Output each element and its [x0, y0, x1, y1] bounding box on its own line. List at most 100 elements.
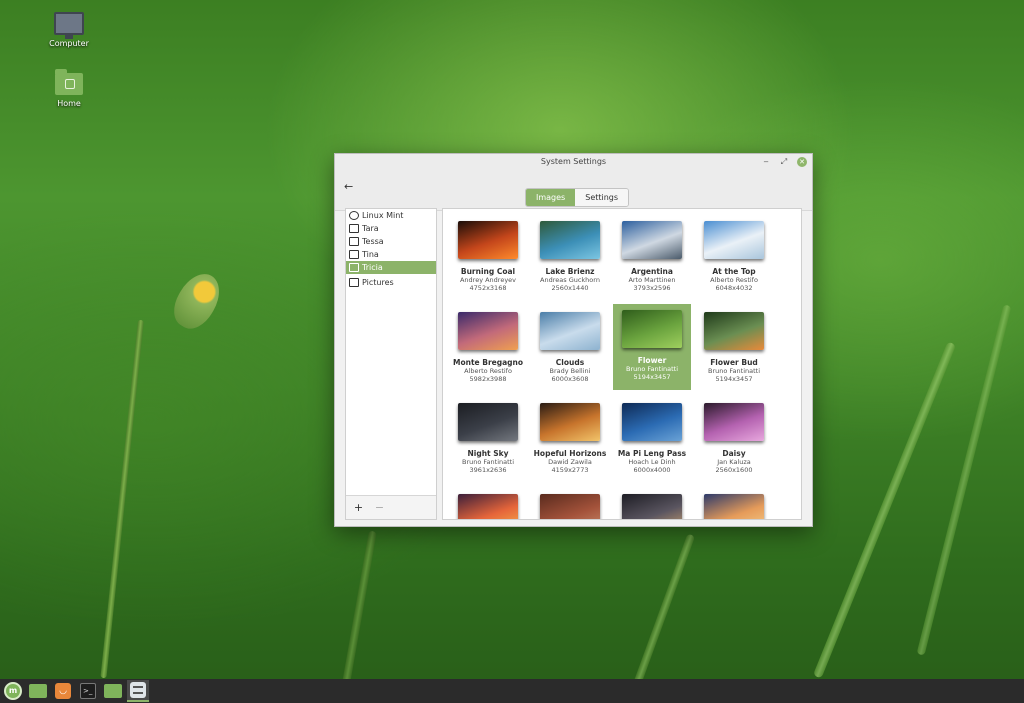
- wallpaper-stem: [632, 533, 696, 687]
- sidebar-item-tricia[interactable]: Tricia: [346, 261, 436, 274]
- taskbar-button[interactable]: ◡: [52, 680, 74, 702]
- window-title: System Settings: [540, 157, 607, 166]
- wallpaper-item[interactable]: [449, 488, 527, 519]
- wallpaper-item[interactable]: Monte Bregagno Alberto Restifo 5982x3988: [449, 306, 527, 392]
- monitor-icon: [349, 263, 359, 272]
- wallpaper-item[interactable]: At the Top Alberto Restifo 6048x4032: [695, 215, 773, 301]
- wallpaper-item[interactable]: [613, 488, 691, 519]
- wallpaper-name: Burning Coal: [460, 267, 516, 276]
- wallpaper-item[interactable]: Night Sky Bruno Fantinatti 3961x2636: [449, 397, 527, 483]
- wallpaper-name: Monte Bregagno: [452, 358, 524, 367]
- taskbar-button[interactable]: m: [2, 680, 24, 702]
- maximize-button[interactable]: ⤢: [779, 156, 789, 168]
- sidebar-actions: + −: [346, 495, 436, 519]
- minimize-button[interactable]: ‒: [761, 156, 771, 168]
- sidebar-item-pictures[interactable]: Pictures: [346, 276, 436, 289]
- sidebar-item-label: Pictures: [362, 278, 394, 287]
- wallpaper-name: Clouds: [555, 358, 585, 367]
- wallpaper-name: Flower Bud: [710, 358, 758, 367]
- wallpaper-resolution: 5194x3457: [715, 375, 753, 383]
- wallpaper-thumbnail: [704, 403, 764, 441]
- window-titlebar[interactable]: System Settings ‒ ⤢ ✕: [335, 154, 812, 170]
- wallpaper-item[interactable]: Burning Coal Andrey Andreyev 4752x3168: [449, 215, 527, 301]
- wallpaper-thumbnail: [458, 403, 518, 441]
- wallpaper-item[interactable]: Flower Bud Bruno Fantinatti 5194x3457: [695, 306, 773, 392]
- sidebar-item-tara[interactable]: Tara: [346, 222, 436, 235]
- wallpaper-thumbnail: [458, 312, 518, 350]
- monitor-icon: [349, 250, 359, 259]
- wallpaper-item[interactable]: Daisy Jan Kaluza 2560x1600: [695, 397, 773, 483]
- taskbar-button[interactable]: >_: [77, 680, 99, 702]
- wallpaper-thumbnail: [540, 221, 600, 259]
- system-settings-window: System Settings ‒ ⤢ ✕ ← Images Settings …: [334, 153, 813, 527]
- monitor-icon: [349, 237, 359, 246]
- wallpaper-thumbnail: [622, 310, 682, 348]
- desktop-icon-label: Home: [57, 99, 81, 108]
- globe-icon: [349, 211, 359, 220]
- taskbar-button[interactable]: [27, 680, 49, 702]
- wallpaper-item[interactable]: Argentina Arto Marttinen 3793x2596: [613, 215, 691, 301]
- wallpaper-author: Andreas Guckhorn: [540, 276, 600, 284]
- wallpaper-stem: [341, 530, 377, 690]
- taskbar-button[interactable]: [127, 680, 149, 702]
- wallpaper-item[interactable]: Clouds Brady Bellini 6000x3608: [531, 306, 609, 392]
- wallpaper-name: Flower: [637, 356, 667, 365]
- add-folder-button[interactable]: +: [350, 500, 367, 516]
- sidebar-item-label: Tessa: [362, 237, 384, 246]
- wallpaper-thumbnail: [458, 221, 518, 259]
- wallpaper-resolution: 2560x1440: [551, 284, 589, 292]
- wallpaper-author: Dawid Zawila: [548, 458, 592, 466]
- folder-icon: [104, 684, 122, 698]
- wallpaper-author: Alberto Restifo: [710, 276, 758, 284]
- sidebar-item-tessa[interactable]: Tessa: [346, 235, 436, 248]
- sidebar-item-label: Tara: [362, 224, 379, 233]
- desktop-icon-computer[interactable]: Computer: [29, 12, 109, 48]
- window-toolbar: ← Images Settings: [335, 170, 812, 211]
- home-folder-icon: [55, 69, 83, 95]
- back-arrow-icon[interactable]: ←: [344, 180, 353, 193]
- wallpaper-item[interactable]: Ma Pi Leng Pass Hoach Le Dinh 6000x4000: [613, 397, 691, 483]
- tab-images[interactable]: Images: [526, 189, 576, 206]
- wallpaper-flower-bud: [166, 266, 228, 336]
- wallpaper-resolution: 5194x3457: [633, 373, 671, 381]
- desktop-icon-home[interactable]: Home: [29, 69, 109, 108]
- wallpaper-stem: [916, 304, 1012, 656]
- wallpaper-resolution: 5982x3988: [469, 375, 507, 383]
- sidebar-item-linux-mint[interactable]: Linux Mint: [346, 209, 436, 222]
- wallpaper-name: At the Top: [712, 267, 756, 276]
- wallpaper-resolution: 4752x3168: [469, 284, 507, 292]
- wallpaper-thumbnail: [704, 312, 764, 350]
- tab-settings[interactable]: Settings: [575, 189, 629, 206]
- wallpaper-thumbnail: [704, 494, 764, 519]
- sidebar-item-label: Tina: [362, 250, 379, 259]
- wallpaper-name: Night Sky: [467, 449, 509, 458]
- wallpaper-item[interactable]: [531, 488, 609, 519]
- camera-icon: [349, 278, 359, 287]
- wallpaper-thumbnail: [622, 403, 682, 441]
- wallpaper-author: Alberto Restifo: [464, 367, 512, 375]
- wallpaper-author: Brady Bellini: [549, 367, 591, 375]
- remove-folder-button[interactable]: −: [371, 500, 388, 516]
- desktop-icon-label: Computer: [49, 39, 89, 48]
- wallpaper-name: Daisy: [722, 449, 746, 458]
- wallpaper-name: Argentina: [631, 267, 673, 276]
- monitor-icon: [349, 224, 359, 233]
- wallpaper-thumbnail: [540, 312, 600, 350]
- wallpaper-gallery: Burning Coal Andrey Andreyev 4752x3168 Lake…: [442, 208, 802, 520]
- wallpaper-name: Lake Brienz: [545, 267, 595, 276]
- wallpaper-author: Jan Kaluza: [717, 458, 751, 466]
- wallpaper-item[interactable]: Hopeful Horizons Dawid Zawila 4159x2773: [531, 397, 609, 483]
- wallpaper-resolution: 6000x3608: [551, 375, 589, 383]
- wallpaper-item[interactable]: Flower Bruno Fantinatti 5194x3457: [613, 304, 691, 390]
- taskbar-button[interactable]: [102, 680, 124, 702]
- wallpaper-resolution: 6000x4000: [633, 466, 671, 474]
- wallpaper-item[interactable]: [695, 488, 773, 519]
- wallpaper-item[interactable]: Lake Brienz Andreas Guckhorn 2560x1440: [531, 215, 609, 301]
- computer-icon: [54, 12, 84, 39]
- mint-menu-icon: m: [4, 682, 22, 700]
- wallpaper-author: Hoach Le Dinh: [628, 458, 676, 466]
- close-button[interactable]: ✕: [797, 157, 807, 167]
- wallpaper-stem: [100, 319, 144, 679]
- sidebar-item-tina[interactable]: Tina: [346, 248, 436, 261]
- wallpaper-name: Ma Pi Leng Pass: [617, 449, 687, 458]
